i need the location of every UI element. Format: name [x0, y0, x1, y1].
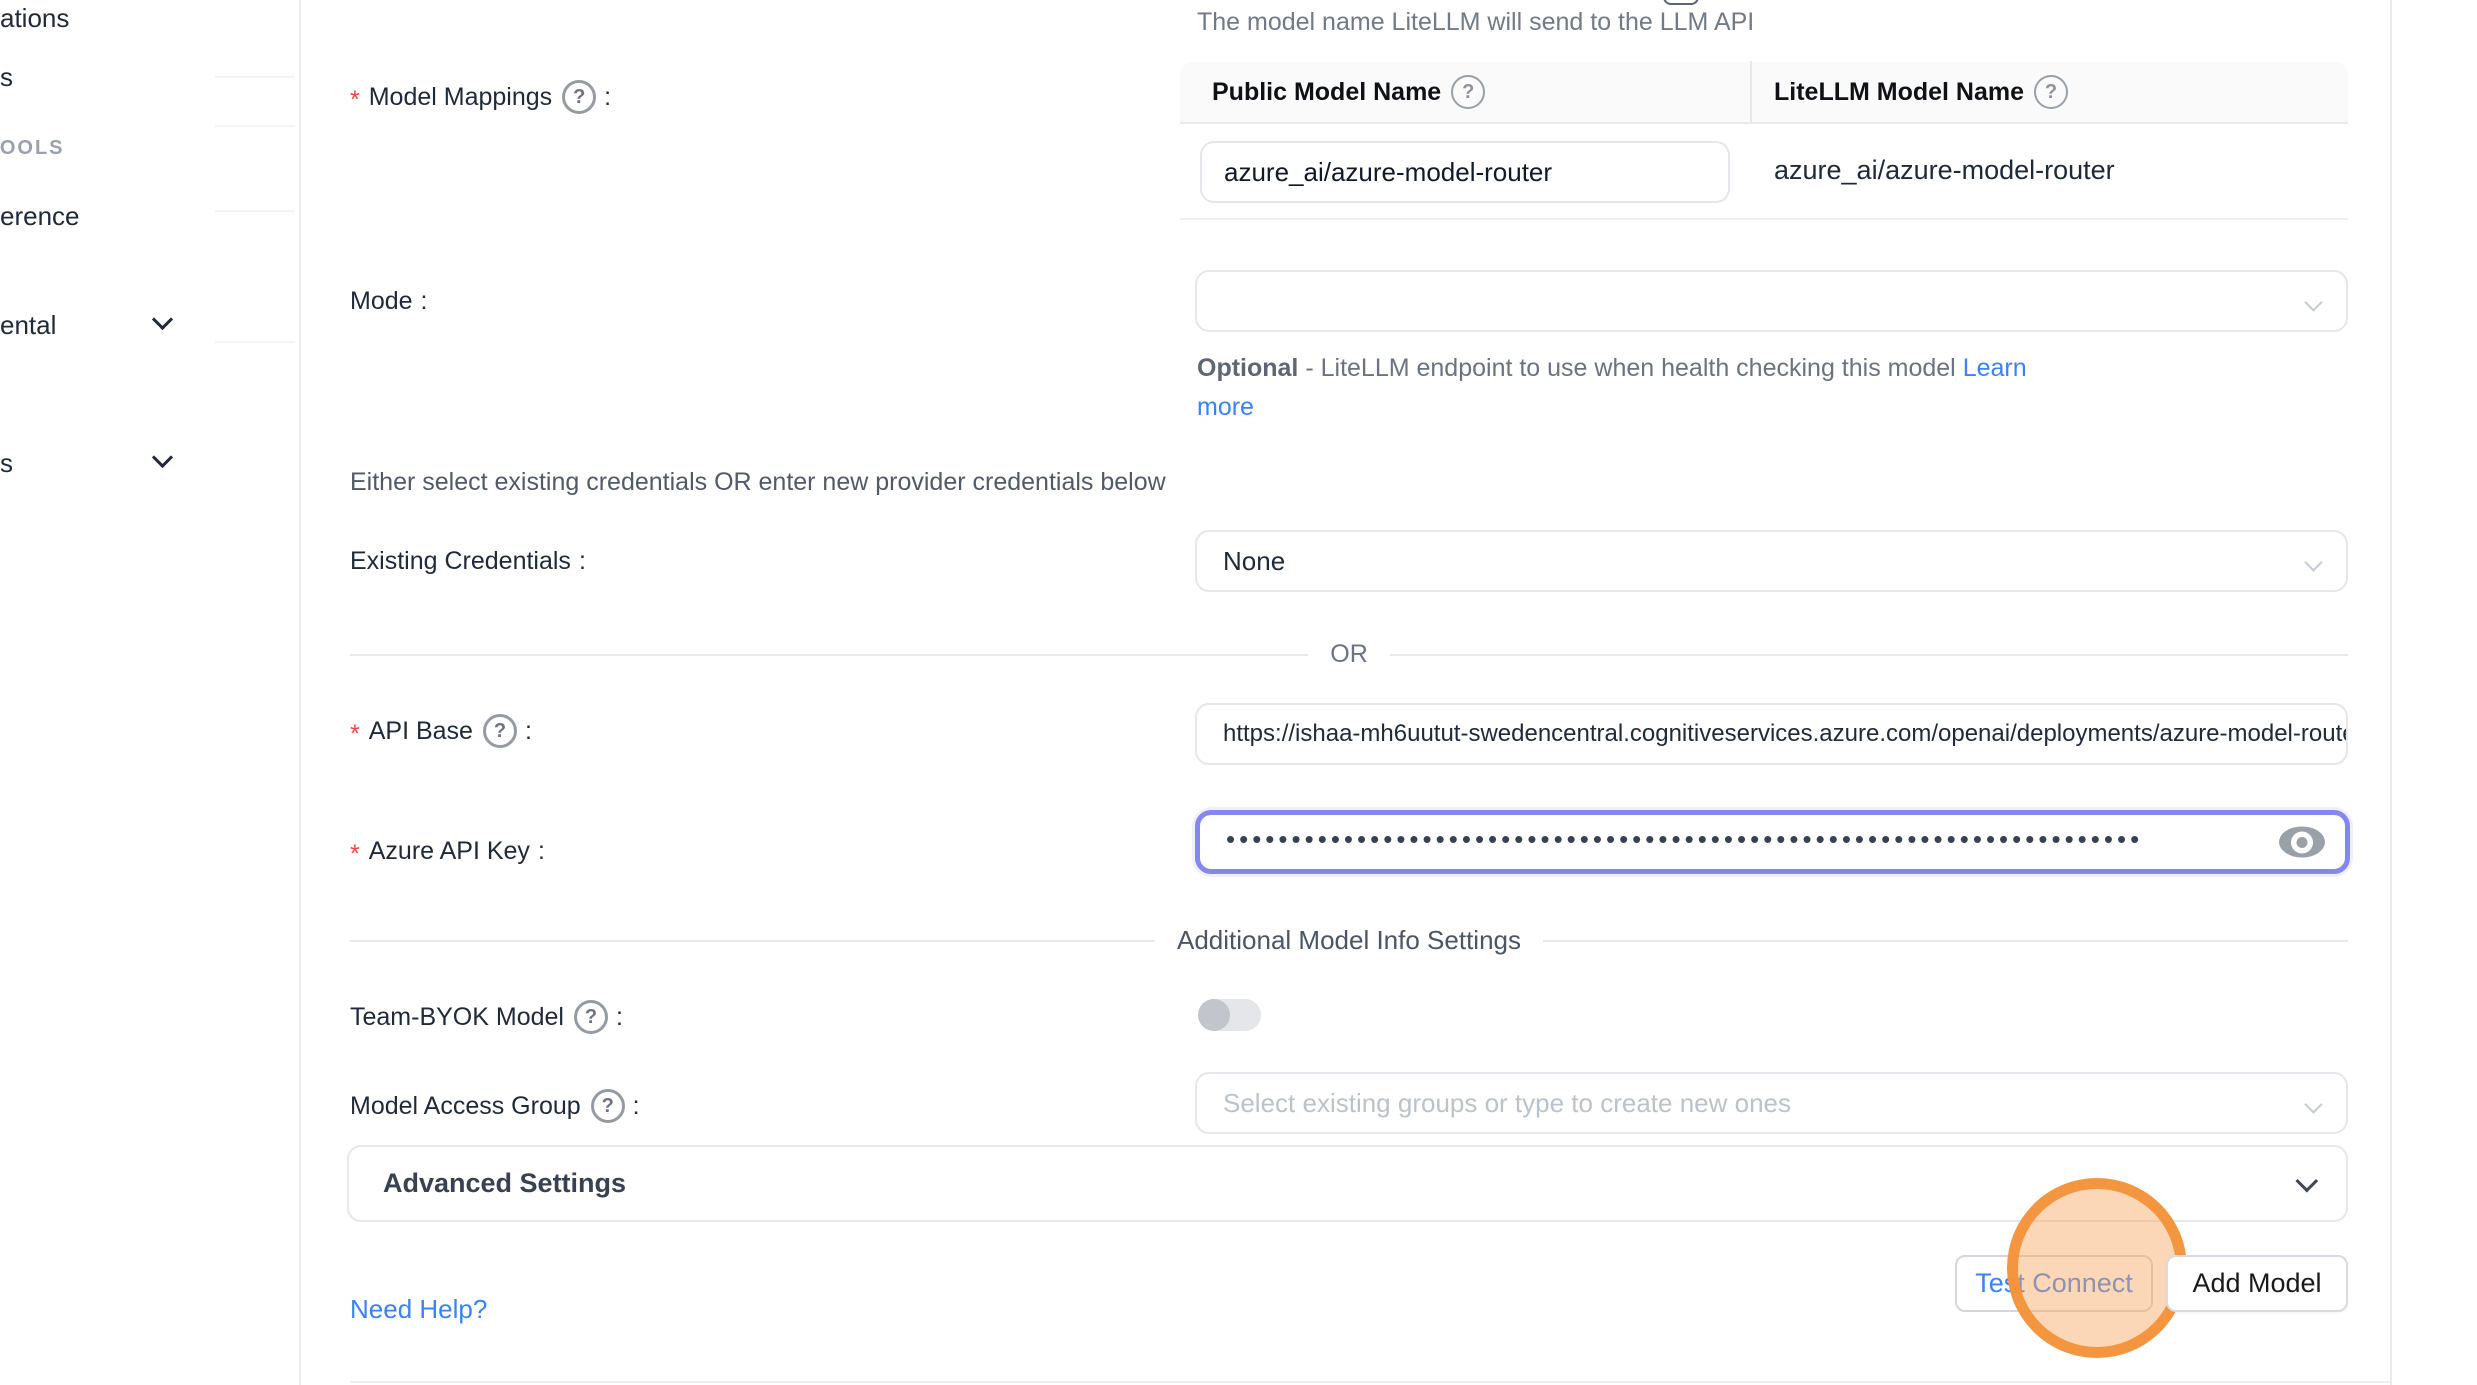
public-model-name-input[interactable] — [1200, 141, 1730, 203]
sidebar-skeleton-line — [215, 125, 295, 127]
help-question-icon[interactable]: ? — [562, 80, 596, 114]
azure-api-key-input[interactable]: ••••••••••••••••••••••••••••••••••••••••… — [1195, 810, 2350, 874]
sidebar-skeleton-line — [215, 341, 295, 343]
or-divider: OR — [350, 640, 2348, 669]
help-question-icon[interactable]: ? — [1451, 75, 1485, 109]
help-question-icon[interactable]: ? — [2034, 75, 2068, 109]
sidebar-divider — [299, 0, 301, 1385]
toggle-knob — [1198, 999, 1230, 1031]
sidebar-section-tools: TOOLS — [0, 137, 65, 160]
required-mark: * — [350, 720, 360, 749]
chevron-down-icon — [2304, 293, 2322, 311]
sidebar-item-label: s — [0, 62, 13, 92]
add-model-page: ations s TOOLS erence ental s The model … — [0, 0, 2477, 1385]
chevron-down-icon — [2296, 1169, 2319, 1192]
chevron-down-icon[interactable] — [152, 309, 173, 330]
mode-label: Mode : — [350, 287, 428, 316]
help-question-icon[interactable]: ? — [483, 714, 517, 748]
advanced-settings-title: Advanced Settings — [383, 1168, 626, 1199]
team-byok-label: Team-BYOK Model ? : — [350, 1000, 623, 1034]
model-mappings-header: Public Model Name ? LiteLLM Model Name ? — [1180, 62, 2348, 124]
required-mark: * — [350, 840, 360, 869]
mode-help-text: Optional - LiteLLM endpoint to use when … — [1197, 349, 2057, 427]
team-byok-toggle[interactable] — [1198, 999, 1261, 1031]
required-mark: * — [350, 86, 360, 115]
need-help-link[interactable]: Need Help? — [350, 1294, 487, 1325]
chevron-down-icon — [2304, 1095, 2322, 1113]
sidebar-item-settings[interactable]: s — [0, 448, 13, 479]
model-name-hint: The model name LiteLLM will send to the … — [1197, 8, 1754, 37]
model-access-group-select[interactable]: Select existing groups or type to create… — [1195, 1072, 2348, 1134]
api-base-input[interactable]: https://ishaa-mh6uutut-swedencentral.cog… — [1195, 703, 2348, 765]
click-indicator-ring — [2007, 1178, 2187, 1358]
sidebar-item-label: ental — [0, 310, 56, 340]
api-base-label: * API Base ? : — [350, 714, 532, 748]
sidebar-skeleton-line — [215, 210, 295, 212]
sidebar-item-label: s — [0, 448, 13, 478]
azure-api-key-label: * Azure API Key : — [350, 837, 545, 866]
sidebar-section-label: TOOLS — [0, 137, 65, 159]
existing-credentials-label: Existing Credentials : — [350, 547, 586, 576]
litellm-model-name-value: azure_ai/azure-model-router — [1774, 155, 2115, 186]
model-access-group-label: Model Access Group ? : — [350, 1089, 640, 1123]
footer-divider — [350, 1381, 2390, 1383]
model-mappings-label: * Model Mappings ? : — [350, 80, 611, 114]
existing-credentials-select[interactable]: None — [1195, 530, 2348, 592]
masked-password-value: ••••••••••••••••••••••••••••••••••••••••… — [1226, 824, 2143, 855]
sidebar-item-label: ations — [0, 3, 69, 33]
additional-info-divider: Additional Model Info Settings — [350, 925, 2348, 956]
table-row: azure_ai/azure-model-router — [1180, 124, 2348, 220]
eye-pupil — [2297, 837, 2308, 848]
cutoff-element-top — [1663, 0, 1699, 5]
chevron-down-icon[interactable] — [152, 447, 173, 468]
mode-select[interactable] — [1195, 270, 2348, 332]
sidebar-item-models[interactable]: s — [0, 62, 13, 93]
model-mappings-table: Public Model Name ? LiteLLM Model Name ?… — [1180, 62, 2348, 220]
add-model-button[interactable]: Add Model — [2166, 1255, 2348, 1312]
chevron-down-icon — [2304, 553, 2322, 571]
sidebar-item-inference[interactable]: erence — [0, 201, 80, 232]
eye-icon[interactable] — [2279, 827, 2325, 858]
content-right-border — [2390, 0, 2392, 1385]
credentials-note: Either select existing credentials OR en… — [350, 468, 1166, 497]
column-litellm-model-name: LiteLLM Model Name ? — [1752, 75, 2068, 109]
sidebar-item-experimental[interactable]: ental — [0, 310, 56, 341]
help-question-icon[interactable]: ? — [574, 1000, 608, 1034]
column-public-model-name: Public Model Name ? — [1180, 61, 1752, 123]
sidebar-skeleton-line — [215, 76, 295, 78]
help-question-icon[interactable]: ? — [591, 1089, 625, 1123]
sidebar-item-integrations[interactable]: ations — [0, 3, 69, 34]
sidebar-item-label: erence — [0, 201, 80, 231]
